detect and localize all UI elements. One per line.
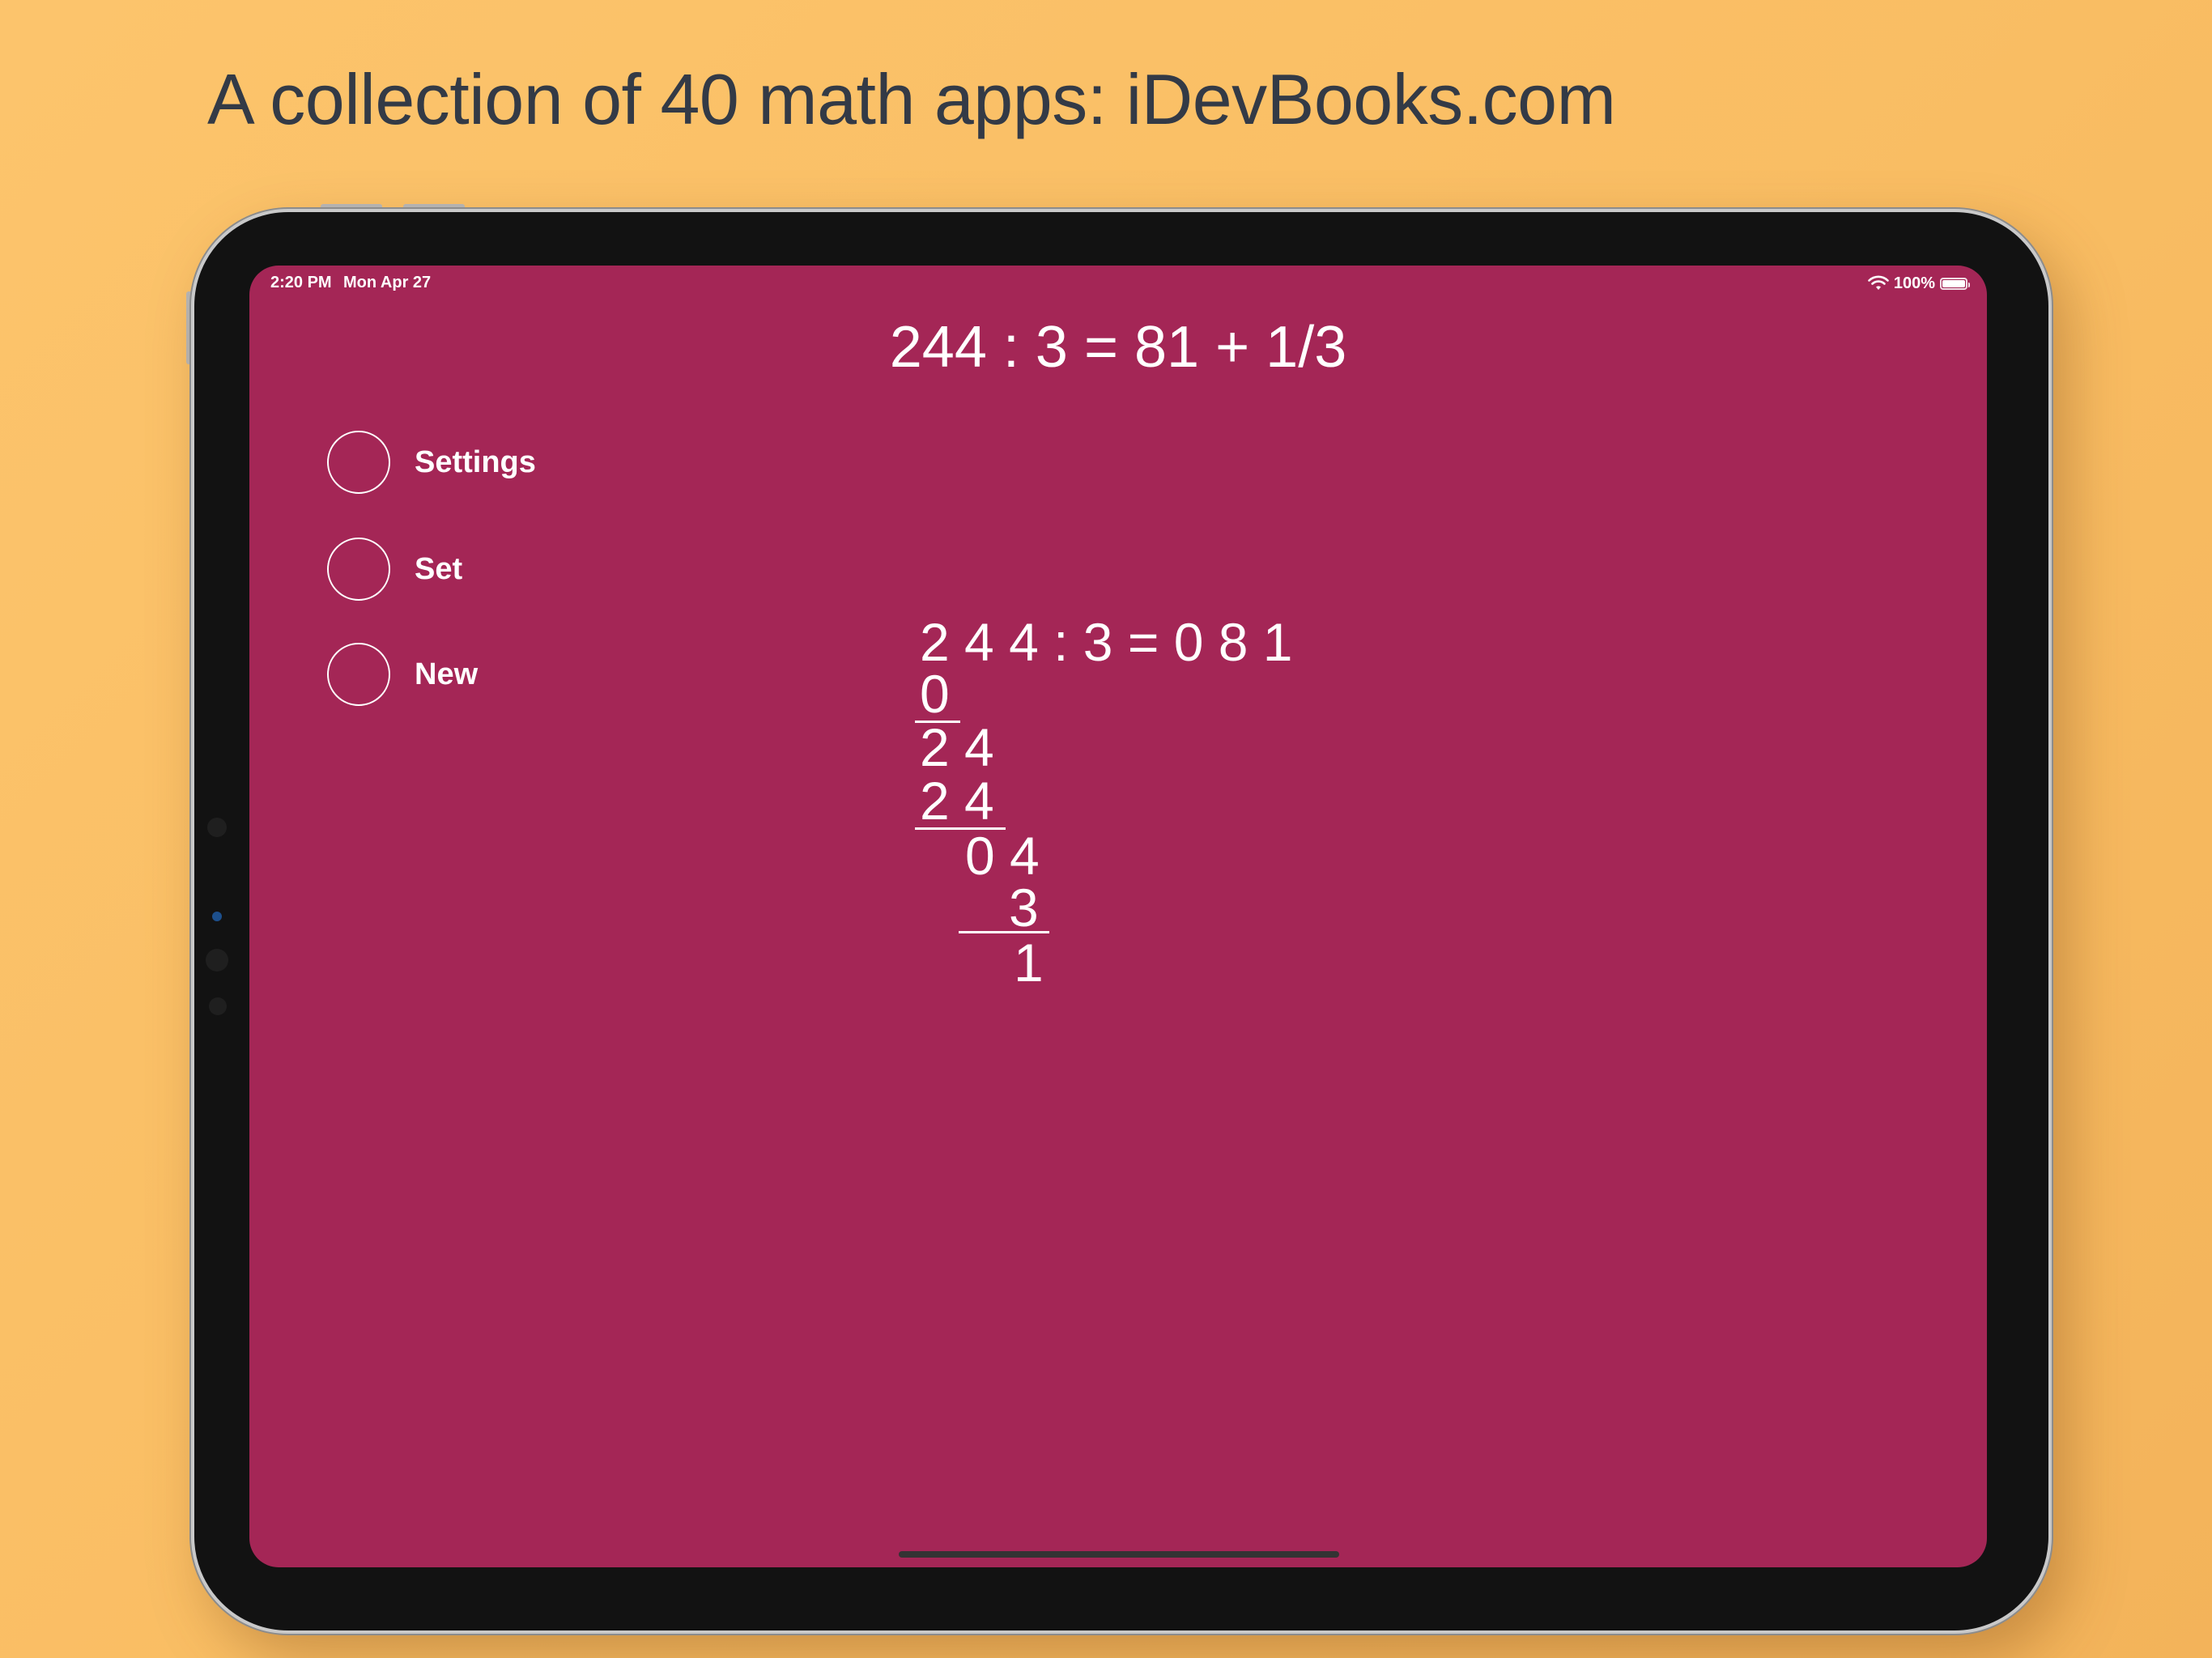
app-screen: 2:20 PM Mon Apr 27 100% 244 : 3 = 81 + 1… [249,266,1987,1567]
equation-title: 244 : 3 = 81 + 1/3 [889,315,1347,380]
camera-sensor [206,949,228,971]
set-circle-icon [327,538,390,601]
new-button[interactable]: New [327,643,478,706]
battery-percentage: 100% [1893,274,1935,292]
long-division-step: 0 4 [965,826,1040,886]
status-date: Mon Apr 27 [343,274,432,291]
set-button[interactable]: Set [327,538,462,601]
new-label: New [415,657,479,691]
settings-circle-icon [327,431,390,494]
long-division-step: 2 4 [920,771,994,831]
long-division-step: 3 [1009,878,1039,937]
camera-lens [212,912,222,921]
new-circle-icon [327,643,390,706]
camera-sensor [207,818,227,837]
battery-fill [1942,279,1965,287]
long-division-remainder: 1 [1014,933,1044,993]
camera-sensor [209,997,227,1015]
status-right: 100% [1868,274,1970,293]
long-division-step: 2 4 [920,717,994,777]
settings-button[interactable]: Settings [327,431,536,494]
home-indicator[interactable] [899,1551,1339,1558]
status-time: 2:20 PM [270,274,332,291]
long-division-header: 2 4 4 : 3 = 0 8 1 [920,612,1293,672]
headline: A collection of 40 math apps: iDevBooks.… [207,59,1616,139]
long-division-step: 0 [920,664,950,724]
wifi-icon [1868,275,1889,290]
settings-label: Settings [415,444,536,479]
battery-icon [1940,277,1970,290]
set-label: Set [415,551,463,586]
